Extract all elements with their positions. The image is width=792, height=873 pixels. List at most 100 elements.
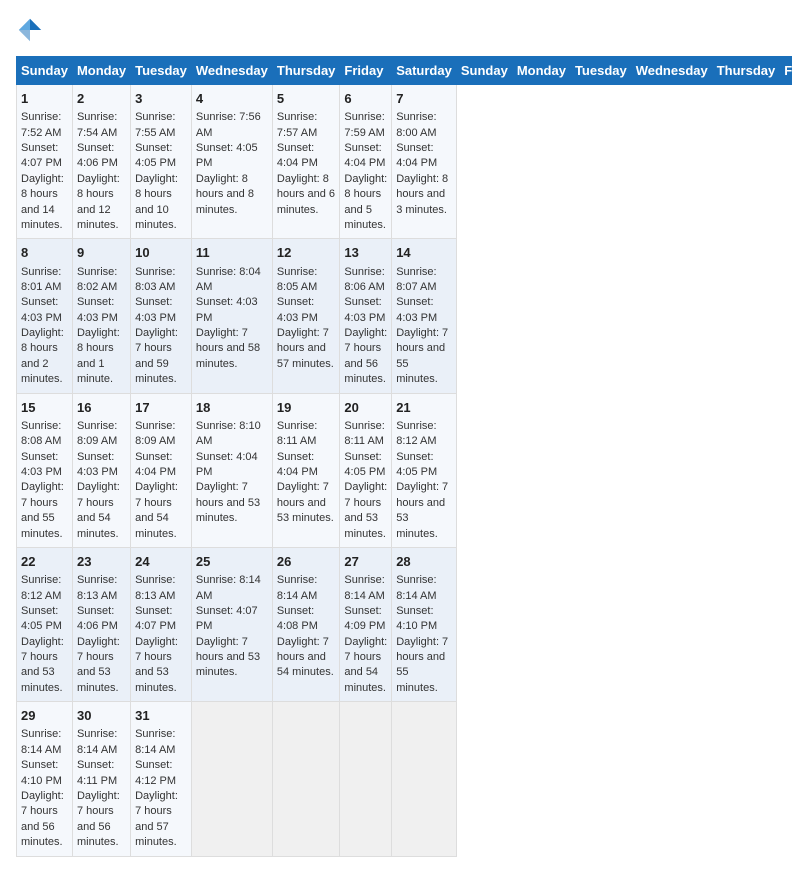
daylight-text: Daylight: 7 hours and 53 minutes. [21,635,68,697]
sunset-text: Sunset: 4:04 PM [196,450,268,481]
sunset-text: Sunset: 4:09 PM [344,604,387,635]
sunrise-text: Sunrise: 8:02 AM [77,265,126,296]
calendar-cell: 18Sunrise: 8:10 AMSunset: 4:04 PMDayligh… [191,393,272,547]
sunrise-text: Sunrise: 8:03 AM [135,265,187,296]
sunrise-text: Sunrise: 8:13 AM [135,573,187,604]
daylight-text: Daylight: 7 hours and 54 minutes. [277,635,336,681]
day-number: 6 [344,90,387,108]
daylight-text: Daylight: 8 hours and 8 minutes. [196,172,268,218]
sunset-text: Sunset: 4:07 PM [21,141,68,172]
calendar-cell: 23Sunrise: 8:13 AMSunset: 4:06 PMDayligh… [72,547,130,701]
calendar-cell: 25Sunrise: 8:14 AMSunset: 4:07 PMDayligh… [191,547,272,701]
sunrise-text: Sunrise: 8:09 AM [77,419,126,450]
daylight-text: Daylight: 7 hours and 55 minutes. [396,326,452,388]
calendar-cell: 5Sunrise: 7:57 AMSunset: 4:04 PMDaylight… [272,85,340,239]
calendar-cell [191,702,272,856]
sunset-text: Sunset: 4:03 PM [77,295,126,326]
daylight-text: Daylight: 7 hours and 55 minutes. [396,635,452,697]
sunrise-text: Sunrise: 8:14 AM [344,573,387,604]
sunrise-text: Sunrise: 8:14 AM [396,573,452,604]
day-number: 26 [277,553,336,571]
calendar-cell: 10Sunrise: 8:03 AMSunset: 4:03 PMDayligh… [131,239,192,393]
day-header-wednesday: Wednesday [191,57,272,85]
sunrise-text: Sunrise: 8:14 AM [77,727,126,758]
sunrise-text: Sunrise: 8:14 AM [135,727,187,758]
day-number: 17 [135,399,187,417]
sunset-text: Sunset: 4:03 PM [396,295,452,326]
day-number: 29 [21,707,68,725]
daylight-text: Daylight: 8 hours and 5 minutes. [344,172,387,234]
sunset-text: Sunset: 4:05 PM [135,141,187,172]
day-number: 21 [396,399,452,417]
sunset-text: Sunset: 4:03 PM [277,295,336,326]
daylight-text: Daylight: 8 hours and 2 minutes. [21,326,68,388]
calendar-week-row: 8Sunrise: 8:01 AMSunset: 4:03 PMDaylight… [17,239,792,393]
daylight-text: Daylight: 8 hours and 14 minutes. [21,172,68,234]
day-number: 28 [396,553,452,571]
calendar-cell: 26Sunrise: 8:14 AMSunset: 4:08 PMDayligh… [272,547,340,701]
sunset-text: Sunset: 4:11 PM [77,758,126,789]
sunrise-text: Sunrise: 8:11 AM [344,419,387,450]
day-number: 24 [135,553,187,571]
calendar-cell: 30 Sunrise: 8:14 AMSunset: 4:11 PMDayligh… [72,702,130,856]
day-header-sunday: Sunday [456,57,512,85]
day-number: 10 [135,244,187,262]
logo [16,16,48,44]
day-number: 20 [344,399,387,417]
calendar-week-row: 1Sunrise: 7:52 AMSunset: 4:07 PMDaylight… [17,85,792,239]
sunrise-text: Sunrise: 7:55 AM [135,110,187,141]
daylight-text: Daylight: 7 hours and 57 minutes. [277,326,336,372]
day-header-tuesday: Tuesday [570,57,631,85]
calendar-cell [340,702,392,856]
day-header-saturday: Saturday [392,57,457,85]
day-number: 8 [21,244,68,262]
daylight-text: Daylight: 7 hours and 56 minutes. [21,789,68,851]
day-number: 30 [77,707,126,725]
calendar-week-row: 15Sunrise: 8:08 AMSunset: 4:03 PMDayligh… [17,393,792,547]
sunrise-text: Sunrise: 8:00 AM [396,110,452,141]
sunset-text: Sunset: 4:05 PM [21,604,68,635]
calendar-cell: 24Sunrise: 8:13 AMSunset: 4:07 PMDayligh… [131,547,192,701]
day-number: 1 [21,90,68,108]
sunset-text: Sunset: 4:10 PM [396,604,452,635]
sunrise-text: Sunrise: 8:12 AM [21,573,68,604]
daylight-text: Daylight: 8 hours and 10 minutes. [135,172,187,234]
calendar-cell: 17Sunrise: 8:09 AMSunset: 4:04 PMDayligh… [131,393,192,547]
sunrise-text: Sunrise: 8:06 AM [344,265,387,296]
daylight-text: Daylight: 7 hours and 54 minutes. [344,635,387,697]
sunrise-text: Sunrise: 8:11 AM [277,419,336,450]
daylight-text: Daylight: 7 hours and 56 minutes. [77,789,126,851]
sunset-text: Sunset: 4:04 PM [277,450,336,481]
sunrise-text: Sunrise: 8:05 AM [277,265,336,296]
calendar-cell: 2Sunrise: 7:54 AMSunset: 4:06 PMDaylight… [72,85,130,239]
calendar-cell: 29Sunrise: 8:14 AMSunset: 4:10 PMDayligh… [17,702,73,856]
calendar-cell [392,702,457,856]
day-number: 31 [135,707,187,725]
daylight-text: Daylight: 7 hours and 53 minutes. [135,635,187,697]
calendar-week-row: 29Sunrise: 8:14 AMSunset: 4:10 PMDayligh… [17,702,792,856]
sunrise-text: Sunrise: 8:04 AM [196,265,268,296]
day-number: 7 [396,90,452,108]
calendar-table: SundayMondayTuesdayWednesdayThursdayFrid… [16,56,792,857]
sunset-text: Sunset: 4:08 PM [277,604,336,635]
sunset-text: Sunset: 4:06 PM [77,604,126,635]
calendar-week-row: 22Sunrise: 8:12 AMSunset: 4:05 PMDayligh… [17,547,792,701]
sunset-text: Sunset: 4:04 PM [396,141,452,172]
sunrise-text: Sunrise: 7:59 AM [344,110,387,141]
sunset-text: Sunset: 4:05 PM [196,141,268,172]
calendar-cell: 1Sunrise: 7:52 AMSunset: 4:07 PMDaylight… [17,85,73,239]
day-number: 25 [196,553,268,571]
daylight-text: Daylight: 8 hours and 1 minute. [77,326,126,388]
sunset-text: Sunset: 4:03 PM [135,295,187,326]
day-number: 23 [77,553,126,571]
sunset-text: Sunset: 4:03 PM [196,295,268,326]
sunset-text: Sunset: 4:05 PM [344,450,387,481]
day-header-wednesday: Wednesday [631,57,712,85]
logo-icon [16,16,44,44]
sunrise-text: Sunrise: 8:09 AM [135,419,187,450]
day-number: 2 [77,90,126,108]
sunset-text: Sunset: 4:03 PM [21,295,68,326]
calendar-cell: 9Sunrise: 8:02 AMSunset: 4:03 PMDaylight… [72,239,130,393]
sunset-text: Sunset: 4:04 PM [344,141,387,172]
calendar-cell: 14Sunrise: 8:07 AMSunset: 4:03 PMDayligh… [392,239,457,393]
